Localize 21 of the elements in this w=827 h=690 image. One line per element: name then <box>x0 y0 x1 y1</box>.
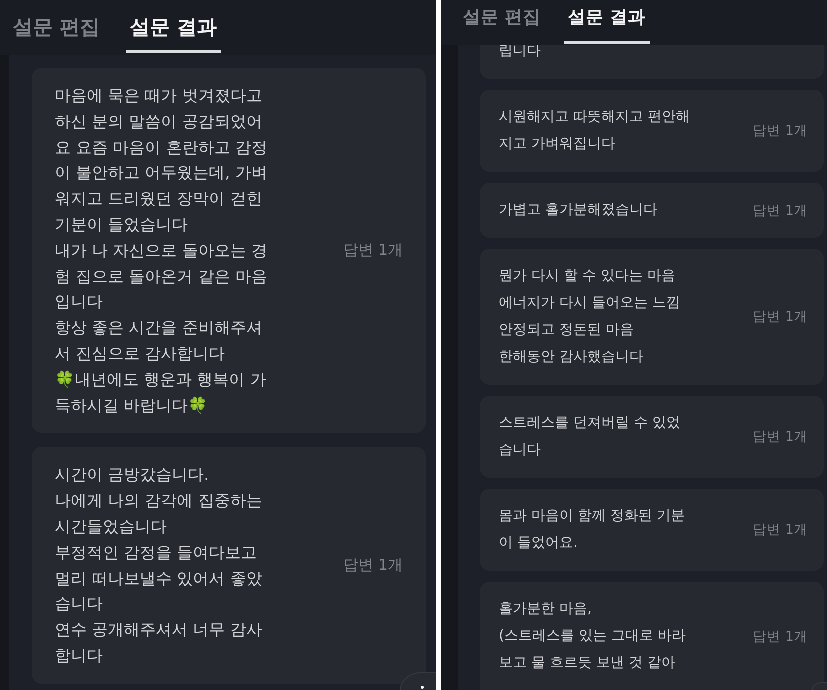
answer-count: 답변 1개 <box>753 202 808 220</box>
answer-count: 답변 1개 <box>753 308 808 326</box>
answer-count: 답변 1개 <box>753 122 808 140</box>
answer-text: 몸과 마음이 함께 정화된 기분 이 들었어요. <box>499 507 685 553</box>
answer-text: 시원해지고 따뜻해지고 편안해 지고 가벼워집니다 <box>499 108 690 154</box>
tab[interactable]: 설문 결과 <box>126 0 221 53</box>
answer-count: 답변 1개 <box>753 428 808 446</box>
answer-text: 홀가분한 마음, (스트레스를 있는 그대로 바라 보고 물 흐르듯 보낸 것 같아 <box>499 600 686 673</box>
dot-icon <box>421 686 424 689</box>
answer-text: 뭔가 다시 할 수 있다는 마음 에너지가 다시 들어오는 느낌 안정되고 정돈된 마음 한해동안 감사했습니다 <box>499 267 680 367</box>
answer-text: 스트레스를 던져버릴 수 있었 습니다 <box>499 414 680 460</box>
answer-text: 립니다 <box>499 42 541 61</box>
tab[interactable]: 설문 편집 <box>9 0 104 53</box>
answer-text: 시간이 금방갔습니다. 나에게 나의 감각에 집중하는 시간들었습니다 부정적인 감정을 들여다보고 멀리 떠나보낼수 있어서 좋았 습니다 연수 공개해주셔서 너무 감사 합니다 <box>55 464 262 667</box>
answer-count: 답변 1개 <box>344 556 403 576</box>
answer-text: 가볍고 홀가분해졌습니다 <box>499 201 658 220</box>
answer-count: 답변 1개 <box>753 521 808 539</box>
answer-text: 마음에 묵은 때가 벗겨졌다고 하신 분의 말씀이 공감되었어 요 요즘 마음이 혼란하고 감정 이 불안하고 어두웠는데, 가벼 워지고 드리웠던 장막이 걷힌 기분이 들었습니다 내가 나 자신으로 돌아오는 경 험 집으로 돌아온거 같은 마음 입니다 항상 좋은 시간을 준비해주셔 서 진심으로 감사합니다 🍀내년에도 행운과 행복이 가 득하시길 바랍니다🍀 <box>55 85 268 417</box>
answer-count: 답변 1개 <box>344 241 403 260</box>
tab[interactable]: 설문 편집 <box>459 0 546 44</box>
answer-count: 답변 1개 <box>753 628 808 646</box>
